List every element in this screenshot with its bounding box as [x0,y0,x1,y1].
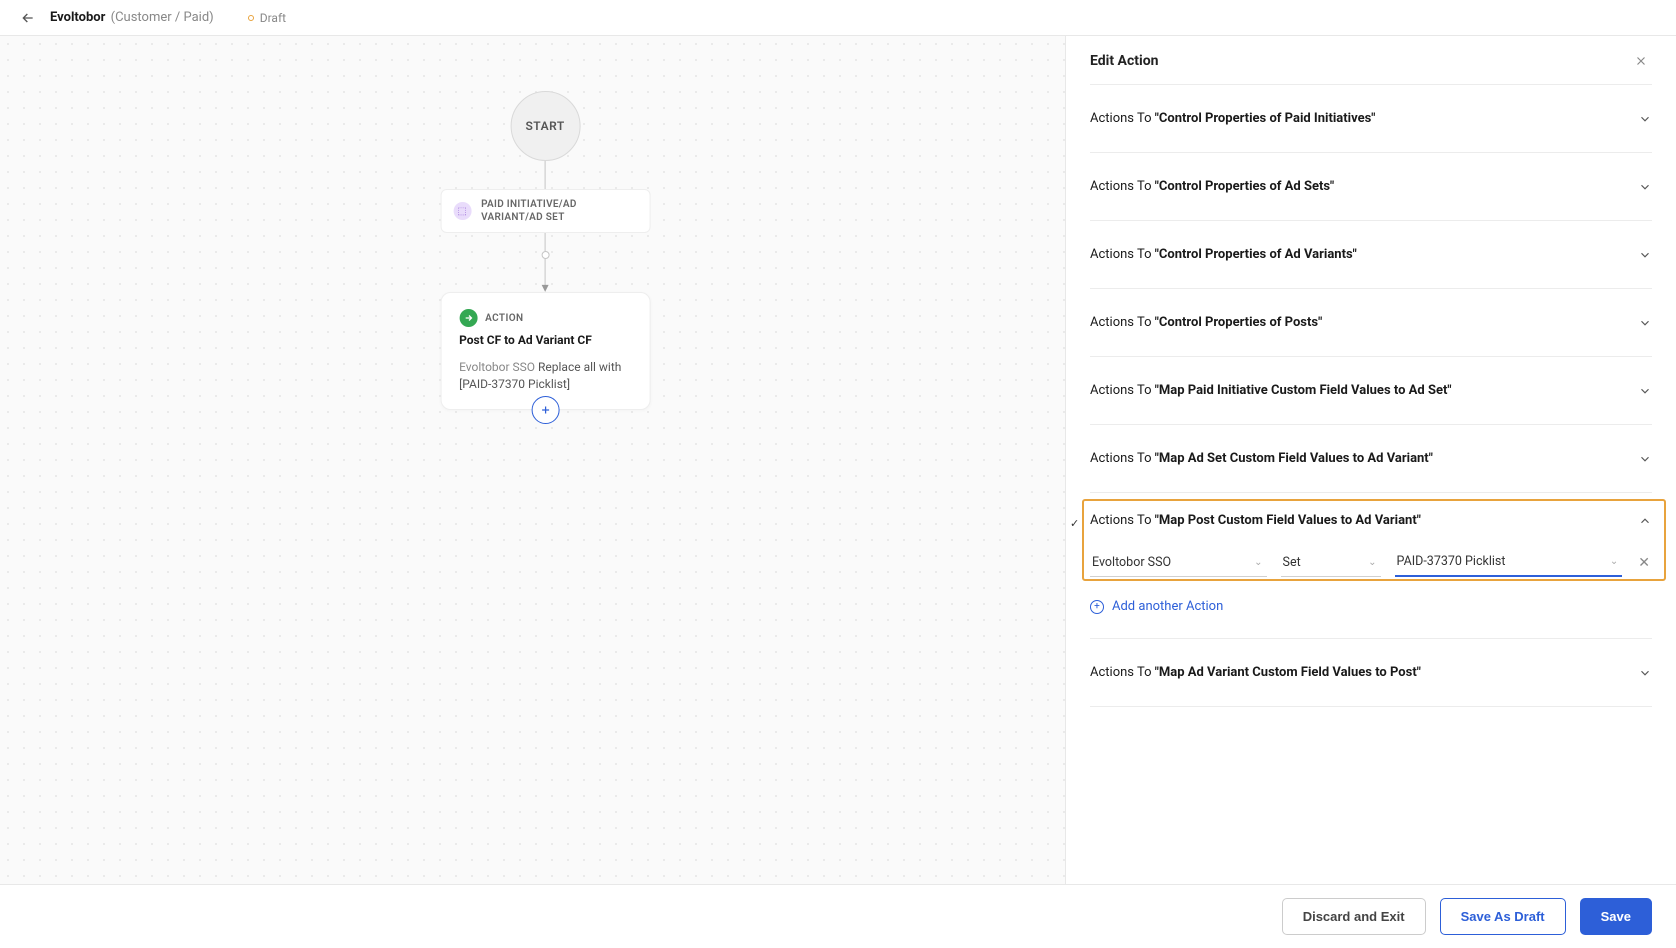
panel-title: Edit Action [1090,53,1158,69]
connector-line [545,161,546,189]
action-card[interactable]: ACTION Post CF to Ad Variant CF Evoltobo… [440,292,650,410]
page-subtitle-text: (Customer / Paid) [111,10,214,25]
section-control-ad-variants[interactable]: Actions To "Control Properties of Ad Var… [1090,221,1652,288]
chevron-down-icon [1638,452,1652,466]
section-map-advariant-to-post[interactable]: Actions To "Map Ad Variant Custom Field … [1090,639,1652,706]
action-card-title: Post CF to Ad Variant CF [459,333,631,347]
remove-row-icon[interactable]: ✕ [1636,555,1652,571]
save-draft-button[interactable]: Save As Draft [1440,898,1566,935]
caret-down-icon: ⌄ [1368,557,1376,568]
action-config-row: Evoltobor SSO ⌄ Set ⌄ PAID-37370 Picklis… [1090,542,1652,589]
check-icon: ✓ [1070,517,1079,530]
start-node[interactable]: START [510,91,580,161]
status-dot-icon [248,15,254,21]
trigger-icon: ⬚ [453,202,471,220]
plus-circle-icon: + [1090,600,1104,614]
chevron-down-icon [1638,180,1652,194]
section-control-posts[interactable]: Actions To "Control Properties of Posts" [1090,289,1652,356]
add-step-button[interactable] [531,396,559,424]
topbar: Evoltobor (Customer / Paid) Draft [0,0,1676,36]
target-field-dropdown[interactable]: PAID-37370 Picklist ⌄ [1395,548,1623,577]
chevron-down-icon [1638,112,1652,126]
source-field-dropdown[interactable]: Evoltobor SSO ⌄ [1090,549,1267,577]
section-map-adset-to-advariant[interactable]: Actions To "Map Ad Set Custom Field Valu… [1090,425,1652,492]
arrow-down-icon: ▾ [542,285,549,292]
back-arrow-icon[interactable] [20,10,36,26]
section-control-ad-sets[interactable]: Actions To "Control Properties of Ad Set… [1090,153,1652,220]
save-button[interactable]: Save [1580,898,1652,935]
operation-dropdown[interactable]: Set ⌄ [1281,549,1381,577]
page-title: Evoltobor (Customer / Paid) [50,10,214,25]
trigger-node[interactable]: ⬚ PAID INITIATIVE/AD VARIANT/AD SET [440,189,650,233]
section-control-paid-initiatives[interactable]: Actions To "Control Properties of Paid I… [1090,85,1652,152]
close-icon[interactable] [1630,50,1652,72]
connector-dot [541,251,549,259]
edit-action-panel: Edit Action Actions To "Control Properti… [1066,36,1676,884]
trigger-text: PAID INITIATIVE/AD VARIANT/AD SET [481,198,637,224]
section-map-post-to-advariant[interactable]: Actions To "Map Post Custom Field Values… [1090,493,1652,542]
workflow-canvas[interactable]: START ⬚ PAID INITIATIVE/AD VARIANT/AD SE… [0,36,1066,884]
action-card-body: Evoltobor SSO Replace all with [PAID-373… [459,359,631,393]
action-label: ACTION [485,313,523,324]
footer: Discard and Exit Save As Draft Save [0,884,1676,948]
action-body-prefix: Evoltobor SSO [459,360,535,374]
caret-down-icon: ⌄ [1254,557,1262,568]
chevron-up-icon [1638,514,1652,528]
page-title-text: Evoltobor [50,10,105,25]
connector-line [545,233,546,251]
chevron-down-icon [1638,666,1652,680]
section-map-paid-to-adset[interactable]: Actions To "Map Paid Initiative Custom F… [1090,357,1652,424]
chevron-down-icon [1638,384,1652,398]
caret-down-icon: ⌄ [1610,556,1618,567]
status-text: Draft [260,11,286,25]
action-icon [459,309,477,327]
add-another-action-button[interactable]: + Add another Action [1090,589,1652,638]
discard-button[interactable]: Discard and Exit [1282,898,1426,935]
status-badge: Draft [248,11,286,25]
chevron-down-icon [1638,316,1652,330]
chevron-down-icon [1638,248,1652,262]
